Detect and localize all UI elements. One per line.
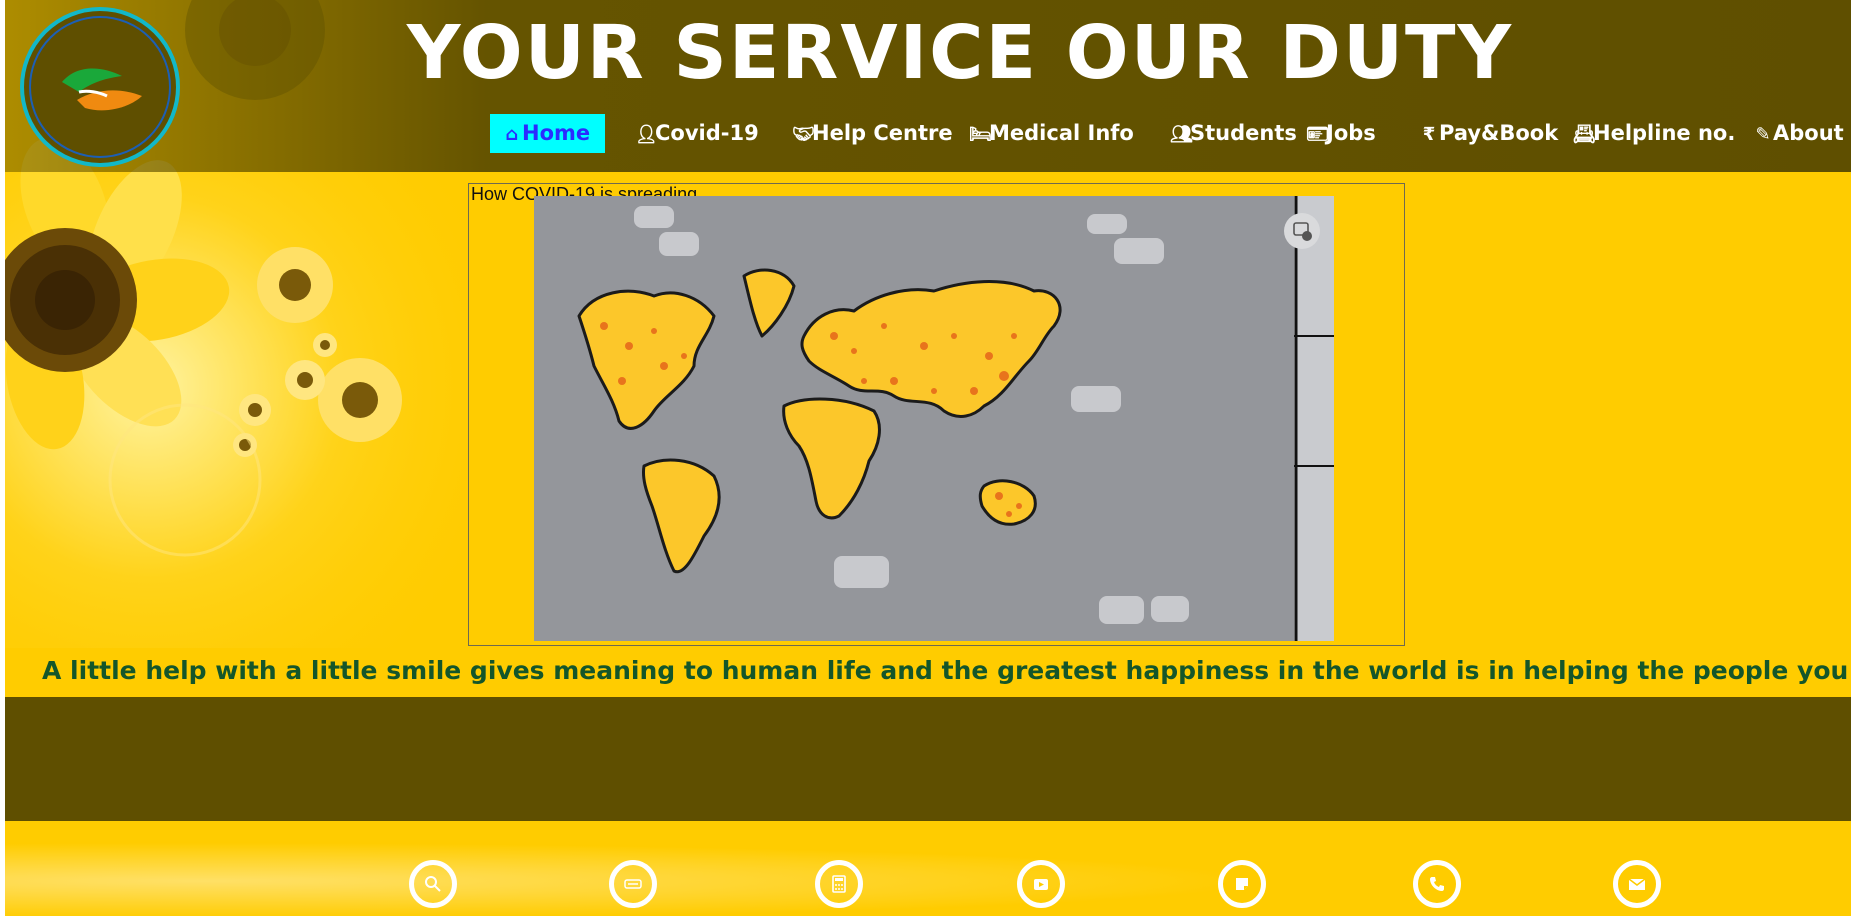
id-card-icon: 🪪︎ [1306,124,1329,145]
aadhaar-link[interactable] [609,860,657,908]
page: YOUR SERVICE OUR DUTY ⌂ Home 👤︎Covid-19 🤝… [5,0,1851,916]
nav-item-pay-book[interactable]: ₹ Pay&Book [1407,114,1570,153]
contact-book-icon: 📇︎ [1573,124,1596,145]
nav-item-helpline[interactable]: 📇︎Helpline no. [1561,114,1747,153]
site-title: YOUR SERVICE OUR DUTY [406,10,1514,96]
nav-item-label: Medical Info [989,121,1134,145]
user-icon: 👤︎ [635,124,658,145]
nav-item-label: Help Centre [812,121,953,145]
envelope-icon [1628,878,1646,890]
bed-icon: 🛏︎ [969,124,992,145]
nav-item-covid-19[interactable]: 👤︎Covid-19 [623,114,771,153]
calculator-icon [832,875,846,893]
quote-marquee: A little help with a little smile gives … [5,648,1851,697]
email-link[interactable] [1613,860,1661,908]
phone-icon [1430,877,1444,891]
pip-icon [1293,222,1312,241]
nav-item-label: Home [522,121,591,145]
video-player[interactable] [534,196,1334,641]
nav-item-label: Students [1190,121,1297,145]
world-map-illustration [534,196,1334,641]
aadhaar-icon [624,879,642,889]
rupee-icon: ₹ [1422,124,1436,145]
nav-item-help-centre[interactable]: 🤝︎Help Centre [780,114,965,153]
nav-item-label: Jobs [1326,121,1376,145]
search-link[interactable] [409,860,457,908]
video-container: How COVID-19 is spreading. [468,183,1405,646]
calculator-link[interactable] [815,860,863,908]
search-icon [425,876,441,892]
nav-item-medical-info[interactable]: 🛏︎Medical Info [957,114,1146,153]
nav-item-label: Covid-19 [655,121,759,145]
note-link[interactable] [1218,860,1266,908]
handshake-icon: 🤝︎ [792,124,815,145]
nav-item-label: Pay&Book [1439,121,1559,145]
users-icon: 👥︎ [1170,124,1193,145]
nav-item-about-it[interactable]: ✎About IT [1741,114,1851,153]
content-band [5,697,1851,821]
site-header: YOUR SERVICE OUR DUTY ⌂ Home 👤︎Covid-19 🤝… [5,0,1851,172]
phone-link[interactable] [1413,860,1461,908]
nav-item-students[interactable]: 👥︎Students [1158,114,1309,153]
quote-text: A little help with a little smile gives … [42,656,1851,685]
nav-item-label: About IT [1773,121,1851,145]
nav-item-jobs[interactable]: 🪪︎Jobs [1294,114,1388,153]
nav-item-label: Helpline no. [1593,121,1736,145]
youtube-link[interactable] [1017,860,1065,908]
quick-links-bar [5,821,1851,916]
edit-icon: ✎ [1755,124,1771,145]
home-icon: ⌂ [505,124,519,145]
youtube-icon [1034,879,1048,890]
note-icon [1236,878,1248,890]
picture-in-picture-button[interactable] [1284,213,1320,249]
nav-item-home[interactable]: ⌂ Home [490,114,605,153]
